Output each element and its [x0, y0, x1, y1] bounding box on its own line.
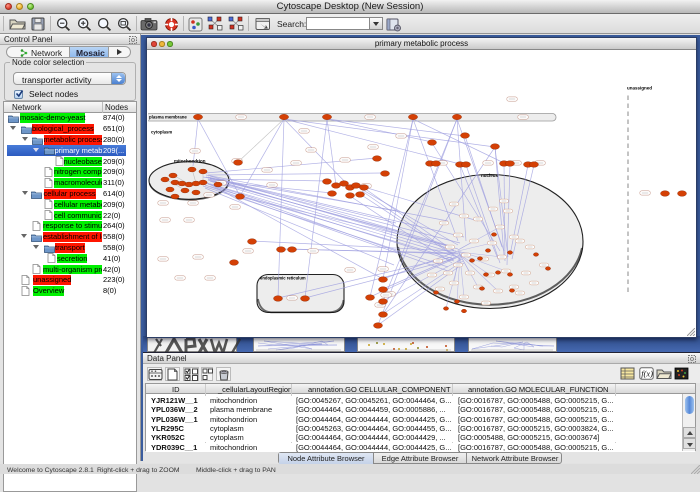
svg-text:endoplasmic reticulum: endoplasmic reticulum	[260, 275, 306, 280]
svg-text:f(x): f(x)	[641, 368, 653, 378]
svg-text:cytoplasm: cytoplasm	[151, 129, 172, 134]
svg-text:unassigned: unassigned	[627, 85, 652, 90]
svg-text:mitochondrion: mitochondrion	[174, 158, 206, 163]
svg-text:nucleus: nucleus	[481, 173, 499, 178]
svg-text:plasma membrane: plasma membrane	[149, 114, 187, 119]
